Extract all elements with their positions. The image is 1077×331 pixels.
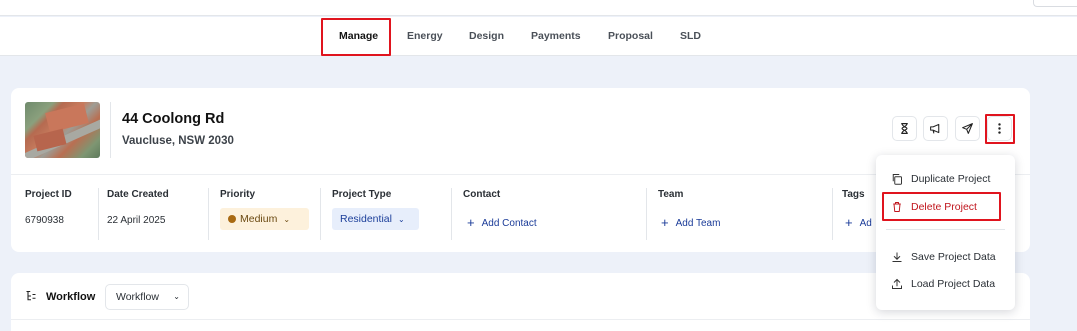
tags-column: Tags	[842, 189, 865, 200]
workflow-icon	[26, 290, 36, 301]
save-project-data-item[interactable]: Save Project Data	[876, 244, 1015, 270]
add-contact-label: Add Contact	[481, 218, 537, 229]
top-right-control[interactable]	[1033, 0, 1077, 7]
add-team-button[interactable]: + Add Team	[661, 214, 721, 230]
tab-design[interactable]: Design	[469, 27, 504, 47]
project-type-value: Residential	[340, 213, 392, 225]
chevron-down-icon: ⌄	[173, 292, 180, 301]
header-divider	[110, 102, 111, 158]
plus-icon: +	[845, 215, 853, 230]
project-type-select[interactable]: Residential ⌄	[332, 208, 419, 230]
column-divider	[98, 188, 99, 240]
column-divider	[646, 188, 647, 240]
add-tags-button[interactable]: + Ad	[845, 214, 872, 230]
project-address: 44 Coolong Rd	[122, 111, 225, 127]
contact-label: Contact	[463, 189, 501, 200]
priority-label: Priority	[220, 189, 256, 200]
megaphone-button[interactable]	[923, 116, 948, 141]
project-id-value: 6790938	[25, 215, 64, 226]
date-created-label: Date Created	[107, 189, 169, 200]
priority-column: Priority	[220, 189, 255, 200]
load-project-data-label: Load Project Data	[911, 278, 996, 290]
project-type-column: Project Type	[332, 189, 391, 200]
plus-icon: +	[661, 215, 669, 230]
hourglass-icon	[901, 123, 908, 134]
plus-icon: +	[467, 215, 475, 230]
more-options-highlight	[985, 114, 1015, 144]
megaphone-icon	[930, 123, 940, 134]
download-icon	[892, 252, 902, 262]
load-project-data-item[interactable]: Load Project Data	[876, 271, 1015, 297]
column-divider	[208, 188, 209, 240]
upload-icon	[892, 278, 902, 289]
column-divider	[320, 188, 321, 240]
hourglass-button[interactable]	[892, 116, 917, 141]
project-options-menu: Duplicate Project Delete Project Save Pr…	[876, 155, 1015, 310]
copy-icon	[892, 174, 902, 185]
delete-project-highlight	[882, 192, 1001, 221]
priority-value: Medium	[240, 213, 278, 225]
send-button[interactable]	[955, 116, 980, 141]
column-divider	[451, 188, 452, 240]
chevron-down-icon: ⌄	[283, 214, 291, 224]
priority-dot	[228, 215, 236, 223]
workflow-separator	[11, 319, 1030, 320]
duplicate-project-label: Duplicate Project	[911, 173, 991, 185]
add-contact-button[interactable]: + Add Contact	[467, 214, 537, 230]
workflow-select-value: Workflow	[116, 291, 159, 303]
chevron-down-icon: ⌄	[397, 214, 405, 224]
duplicate-project-item[interactable]: Duplicate Project	[876, 166, 1015, 192]
tab-payments[interactable]: Payments	[531, 27, 581, 47]
tab-proposal[interactable]: Proposal	[608, 27, 653, 47]
tab-energy[interactable]: Energy	[407, 27, 443, 47]
tags-label: Tags	[842, 189, 865, 200]
tab-bar: Manage Energy Design Payments Proposal S…	[0, 17, 1077, 56]
team-label: Team	[658, 189, 684, 200]
menu-separator	[886, 229, 1005, 230]
tab-sld[interactable]: SLD	[680, 27, 701, 47]
project-id-column: Project ID 6790938	[25, 189, 72, 226]
workflow-select[interactable]: Workflow ⌄	[105, 284, 189, 310]
project-type-label: Project Type	[332, 189, 392, 200]
send-icon	[962, 123, 973, 134]
property-thumbnail[interactable]	[25, 102, 100, 158]
add-team-label: Add Team	[675, 218, 721, 229]
save-project-data-label: Save Project Data	[911, 251, 996, 263]
team-column: Team	[658, 189, 683, 200]
top-strip	[0, 0, 1077, 16]
date-created-column: Date Created 22 April 2025	[107, 189, 169, 226]
priority-select[interactable]: Medium ⌄	[220, 208, 309, 230]
project-suburb: Vaucluse, NSW 2030	[122, 135, 234, 147]
project-id-label: Project ID	[25, 189, 72, 200]
column-divider	[832, 188, 833, 240]
workflow-label: Workflow	[46, 291, 96, 303]
date-created-value: 22 April 2025	[107, 215, 166, 226]
add-tags-label: Ad	[859, 218, 872, 229]
contact-column: Contact	[463, 189, 500, 200]
manage-tab-highlight	[321, 18, 391, 56]
